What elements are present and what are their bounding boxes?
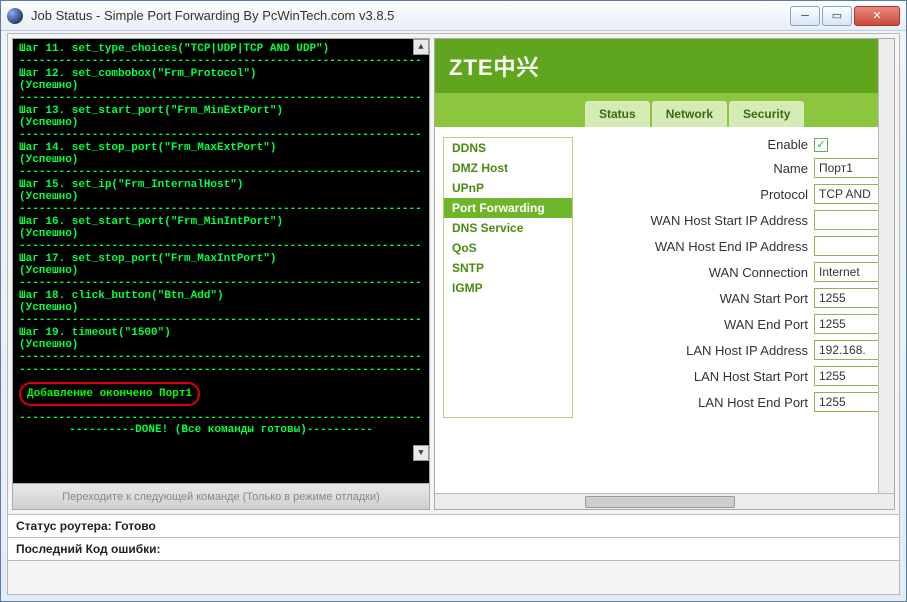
protocol-label: Protocol	[760, 187, 808, 202]
tab-status[interactable]: Status	[585, 101, 650, 127]
debug-step-button[interactable]: Переходите к следующей команде (Только в…	[13, 483, 429, 509]
enable-checkbox[interactable]: ✓	[814, 138, 828, 152]
scroll-thumb[interactable]	[585, 496, 735, 508]
log-command: Шаг 17. set_stop_port("Frm_MaxIntPort")	[19, 253, 423, 265]
router-side-menu: DDNSDMZ HostUPnPPort ForwardingDNS Servi…	[443, 137, 573, 418]
wan-start-ip-label: WAN Host Start IP Address	[651, 213, 809, 228]
log-command: Шаг 18. click_button("Btn_Add")	[19, 290, 423, 302]
done-message: ----------DONE! (Все команды готовы)----…	[19, 424, 423, 436]
maximize-button[interactable]: ▭	[822, 6, 852, 26]
log-success: (Успешно)	[19, 339, 423, 351]
lan-start-port-label: LAN Host Start Port	[694, 369, 808, 384]
router-tabs: Status Network Security	[435, 93, 894, 127]
sidebar-item-igmp[interactable]: IGMP	[444, 278, 572, 298]
sidebar-item-upnp[interactable]: UPnP	[444, 178, 572, 198]
log-command: Шаг 19. timeout("1500")	[19, 327, 423, 339]
close-button[interactable]: ✕	[854, 6, 900, 26]
log-divider: ----------------------------------------…	[19, 277, 423, 289]
sidebar-item-qos[interactable]: QoS	[444, 238, 572, 258]
window-title: Job Status - Simple Port Forwarding By P…	[31, 8, 788, 23]
log-success: (Успешно)	[19, 191, 423, 203]
log-divider: ----------------------------------------…	[19, 203, 423, 215]
log-success: (Успешно)	[19, 228, 423, 240]
sidebar-item-ddns[interactable]: DDNS	[444, 138, 572, 158]
client-area: ▲ Шаг 11. set_type_choices("TCP|UDP|TCP …	[7, 33, 900, 595]
app-icon	[7, 8, 23, 24]
horizontal-scrollbar[interactable]	[435, 493, 894, 509]
vertical-scrollbar[interactable]	[878, 39, 894, 493]
completion-highlight: Добавление окончено Порт1	[19, 382, 200, 406]
sidebar-item-port-forwarding[interactable]: Port Forwarding	[444, 198, 572, 218]
log-success: (Успешно)	[19, 302, 423, 314]
log-divider: ----------------------------------------…	[19, 364, 423, 376]
log-command: Шаг 12. set_combobox("Frm_Protocol")	[19, 68, 423, 80]
enable-label: Enable	[768, 137, 808, 152]
wan-end-port-label: WAN End Port	[724, 317, 808, 332]
log-command: Шаг 13. set_start_port("Frm_MinExtPort")	[19, 105, 423, 117]
app-window: Job Status - Simple Port Forwarding By P…	[0, 0, 907, 602]
lan-ip-label: LAN Host IP Address	[686, 343, 808, 358]
log-command: Шаг 14. set_stop_port("Frm_MaxExtPort")	[19, 142, 423, 154]
scroll-down-icon[interactable]: ▼	[413, 445, 429, 461]
wan-start-ip-input[interactable]	[814, 210, 886, 230]
titlebar[interactable]: Job Status - Simple Port Forwarding By P…	[1, 1, 906, 31]
left-panel: ▲ Шаг 11. set_type_choices("TCP|UDP|TCP …	[12, 38, 430, 510]
log-divider: ----------------------------------------…	[19, 240, 423, 252]
wan-end-port-input[interactable]	[814, 314, 886, 334]
zte-logo: ZTE中兴	[449, 50, 540, 82]
log-success: (Успешно)	[19, 80, 423, 92]
minimize-button[interactable]: ─	[790, 6, 820, 26]
log-success: (Успешно)	[19, 154, 423, 166]
console-log[interactable]: ▲ Шаг 11. set_type_choices("TCP|UDP|TCP …	[13, 39, 429, 483]
browser-panel: ZTE中兴 Status Network Security DDNSDMZ Ho…	[434, 38, 895, 510]
wan-start-port-label: WAN Start Port	[720, 291, 808, 306]
lan-end-port-input[interactable]	[814, 392, 886, 412]
port-forwarding-form: Enable ✓ Name Protocol WAN Host Start IP …	[583, 137, 886, 418]
lan-ip-input[interactable]	[814, 340, 886, 360]
wan-end-ip-input[interactable]	[814, 236, 886, 256]
name-input[interactable]	[814, 158, 886, 178]
error-code-row: Последний Код ошибки:	[8, 538, 899, 561]
sidebar-item-sntp[interactable]: SNTP	[444, 258, 572, 278]
lan-end-port-label: LAN Host End Port	[698, 395, 808, 410]
tab-security[interactable]: Security	[729, 101, 804, 127]
router-status-row: Статус роутера: Готово	[8, 515, 899, 538]
log-divider: ----------------------------------------…	[19, 166, 423, 178]
log-command: Шаг 15. set_ip("Frm_InternalHost")	[19, 179, 423, 191]
lan-start-port-input[interactable]	[814, 366, 886, 386]
name-label: Name	[773, 161, 808, 176]
sidebar-item-dmz-host[interactable]: DMZ Host	[444, 158, 572, 178]
log-success: (Успешно)	[19, 265, 423, 277]
protocol-select[interactable]	[814, 184, 886, 204]
log-command: Шаг 11. set_type_choices("TCP|UDP|TCP AN…	[19, 43, 423, 55]
log-divider: ----------------------------------------…	[19, 92, 423, 104]
log-divider: ----------------------------------------…	[19, 314, 423, 326]
log-divider: ----------------------------------------…	[19, 412, 423, 424]
wan-start-port-input[interactable]	[814, 288, 886, 308]
tab-network[interactable]: Network	[652, 101, 727, 127]
wan-conn-select[interactable]	[814, 262, 886, 282]
scroll-up-icon[interactable]: ▲	[413, 39, 429, 55]
status-area: Статус роутера: Готово Последний Код оши…	[8, 514, 899, 561]
log-divider: ----------------------------------------…	[19, 351, 423, 363]
log-divider: ----------------------------------------…	[19, 129, 423, 141]
log-success: (Успешно)	[19, 117, 423, 129]
wan-end-ip-label: WAN Host End IP Address	[655, 239, 808, 254]
log-command: Шаг 16. set_start_port("Frm_MinIntPort")	[19, 216, 423, 228]
router-header: ZTE中兴	[435, 39, 894, 93]
log-divider: ----------------------------------------…	[19, 55, 423, 67]
sidebar-item-dns-service[interactable]: DNS Service	[444, 218, 572, 238]
wan-conn-label: WAN Connection	[709, 265, 808, 280]
